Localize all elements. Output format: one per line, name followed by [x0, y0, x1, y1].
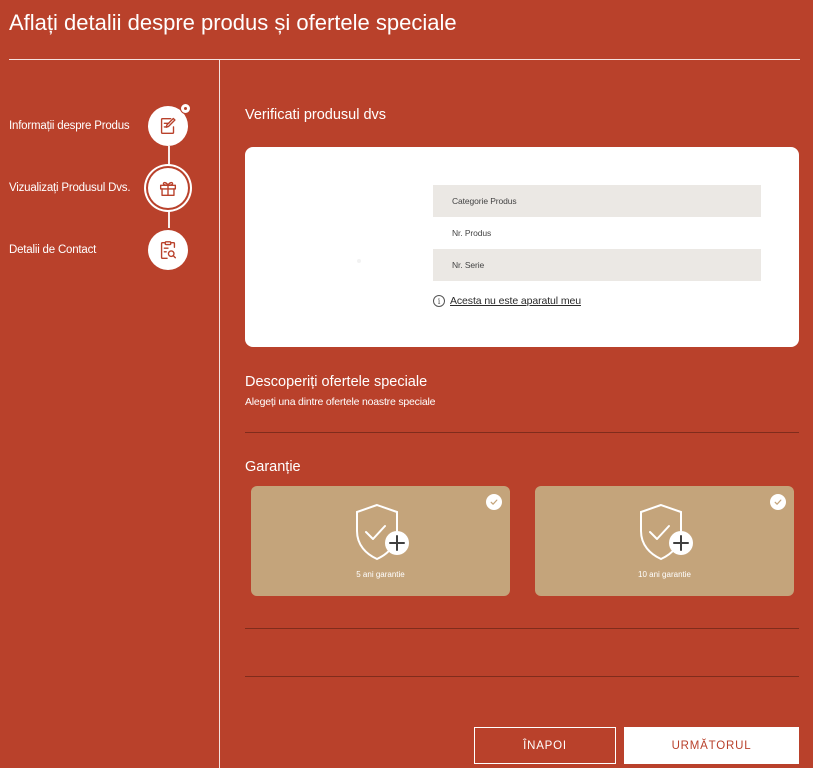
not-my-device-text: Acesta nu este aparatul meu: [450, 295, 581, 307]
back-button[interactable]: ÎNAPOI: [474, 727, 616, 764]
shield-plus-icon: [356, 503, 409, 561]
check-icon: [486, 494, 502, 510]
not-my-device-link[interactable]: i Acesta nu este aparatul meu: [433, 295, 581, 307]
shield-plus-icon: [640, 503, 693, 561]
info-icon: i: [433, 295, 445, 307]
section-divider: [245, 676, 799, 677]
step-circle: [148, 230, 188, 270]
field-product-category: Categorie Produs: [433, 185, 761, 217]
search-document-icon: [160, 241, 177, 259]
gift-icon: [159, 181, 177, 197]
step-circle: [148, 103, 191, 146]
product-image-placeholder: [357, 259, 361, 263]
step-circle-active: [148, 168, 188, 208]
verify-section-title: Verificati produsul dvs: [245, 107, 387, 123]
warranty-section-title: Garanție: [245, 459, 301, 475]
offers-section-subtitle: Alegeți una dintre ofertele noastre spec…: [245, 396, 436, 408]
step-label: Detalii de Contact: [9, 244, 97, 256]
warranty-label: 5 ani garantie: [356, 570, 405, 579]
warranty-option-5-years[interactable]: 5 ani garantie: [251, 486, 510, 596]
product-card: Categorie Produs Nr. Produs Nr. Serie i …: [245, 147, 799, 347]
section-divider: [245, 432, 799, 433]
step-indicator-dot: [180, 103, 191, 114]
next-button[interactable]: URMĂTORUL: [624, 727, 799, 764]
sidebar-divider: [219, 60, 220, 768]
step-view-product[interactable]: Vizualizați Produsul Dvs.: [9, 168, 209, 208]
field-serial-number: Nr. Serie: [433, 249, 761, 281]
page-title: Aflați detalii despre produs și ofertele…: [9, 10, 457, 35]
check-icon: [770, 494, 786, 510]
warranty-label: 10 ani garantie: [638, 570, 691, 579]
header-divider: [9, 59, 800, 60]
edit-document-icon: [160, 117, 176, 135]
warranty-option-10-years[interactable]: 10 ani garantie: [535, 486, 794, 596]
section-divider: [245, 628, 799, 629]
step-label: Informații despre Produs: [9, 120, 130, 132]
step-label: Vizualizați Produsul Dvs.: [9, 182, 131, 194]
step-contact-details[interactable]: Detalii de Contact: [9, 230, 209, 270]
offers-section-title: Descoperiți ofertele speciale: [245, 374, 428, 390]
field-product-number: Nr. Produs: [452, 228, 492, 238]
step-product-info[interactable]: Informații despre Produs: [9, 103, 209, 146]
